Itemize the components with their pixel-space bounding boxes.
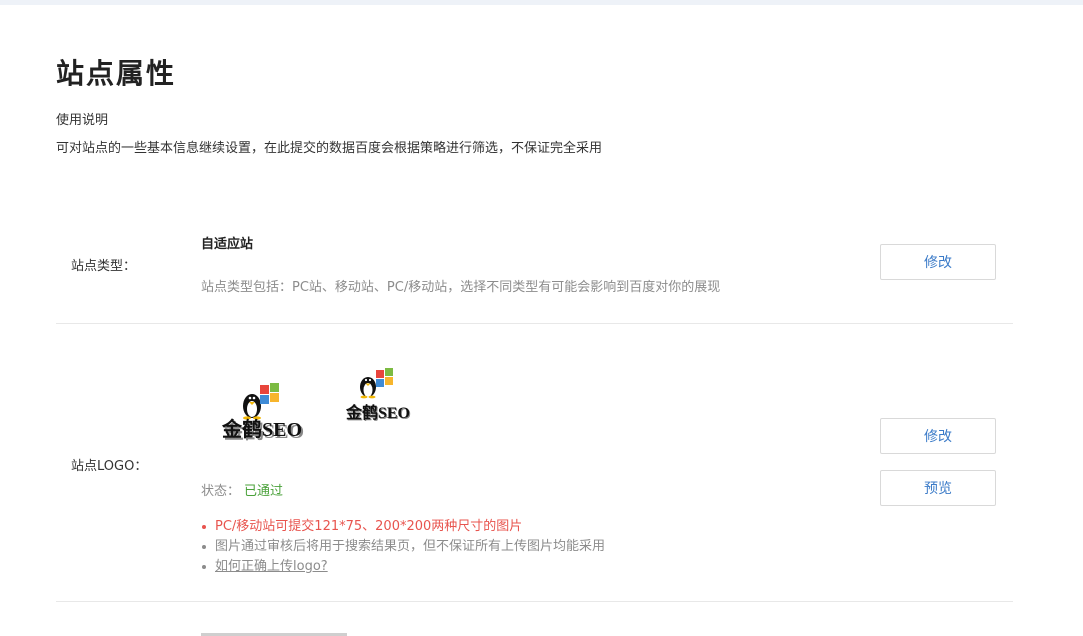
site-logo-small-image: 金鹤SEO 金鹤SEO xyxy=(345,368,411,423)
logo-status-value: 已通过 xyxy=(244,484,284,499)
note-text: PC/移动站可提交121*75、200*200两种尺寸的图片 xyxy=(215,519,523,534)
list-item: 如何正确上传logo? xyxy=(201,557,605,577)
logo-notes-list: PC/移动站可提交121*75、200*200两种尺寸的图片 图片通过审核后将用… xyxy=(201,517,605,577)
penguin-icon xyxy=(360,377,376,399)
logo-status: 状态： 已通过 xyxy=(201,480,283,499)
row-divider xyxy=(56,601,1013,602)
site-type-value: 自适应站 xyxy=(201,237,254,252)
penguin-icon xyxy=(243,394,261,420)
site-type-edit-button[interactable]: 修改 xyxy=(880,244,996,280)
next-row-cutoff xyxy=(201,630,351,636)
site-type-label: 站点类型： xyxy=(71,259,137,274)
top-banner-strip xyxy=(0,0,1083,5)
site-logo-label: 站点LOGO： xyxy=(71,459,148,474)
note-text: 图片通过审核后将用于搜索结果页，但不保证所有上传图片均能采用 xyxy=(215,539,606,554)
usage-heading: 使用说明 xyxy=(56,113,109,128)
site-logo-large-image: 金鹤SEO 金鹤SEO xyxy=(221,383,304,443)
site-logo-preview-button[interactable]: 预览 xyxy=(880,470,996,506)
logo-wordmark: 金鹤SEO xyxy=(345,403,410,422)
site-type-description: 站点类型包括：PC站、移动站、PC/移动站，选择不同类型有可能会影响到百度对你的… xyxy=(201,280,721,295)
logo-help-link[interactable]: 如何正确上传logo? xyxy=(215,559,328,574)
list-item: 图片通过审核后将用于搜索结果页，但不保证所有上传图片均能采用 xyxy=(201,537,605,557)
usage-description: 可对站点的一些基本信息继续设置，在此提交的数据百度会根据策略进行筛选，不保证完全… xyxy=(56,141,603,156)
list-item: PC/移动站可提交121*75、200*200两种尺寸的图片 xyxy=(201,517,605,537)
logo-wordmark: 金鹤SEO xyxy=(221,417,302,441)
windows-flag-icon xyxy=(260,383,279,404)
page-title: 站点属性 xyxy=(56,57,177,90)
windows-flag-icon xyxy=(376,368,393,387)
site-logo-edit-button[interactable]: 修改 xyxy=(880,418,996,454)
row-divider xyxy=(56,323,1013,324)
logo-status-label: 状态： xyxy=(201,484,241,499)
